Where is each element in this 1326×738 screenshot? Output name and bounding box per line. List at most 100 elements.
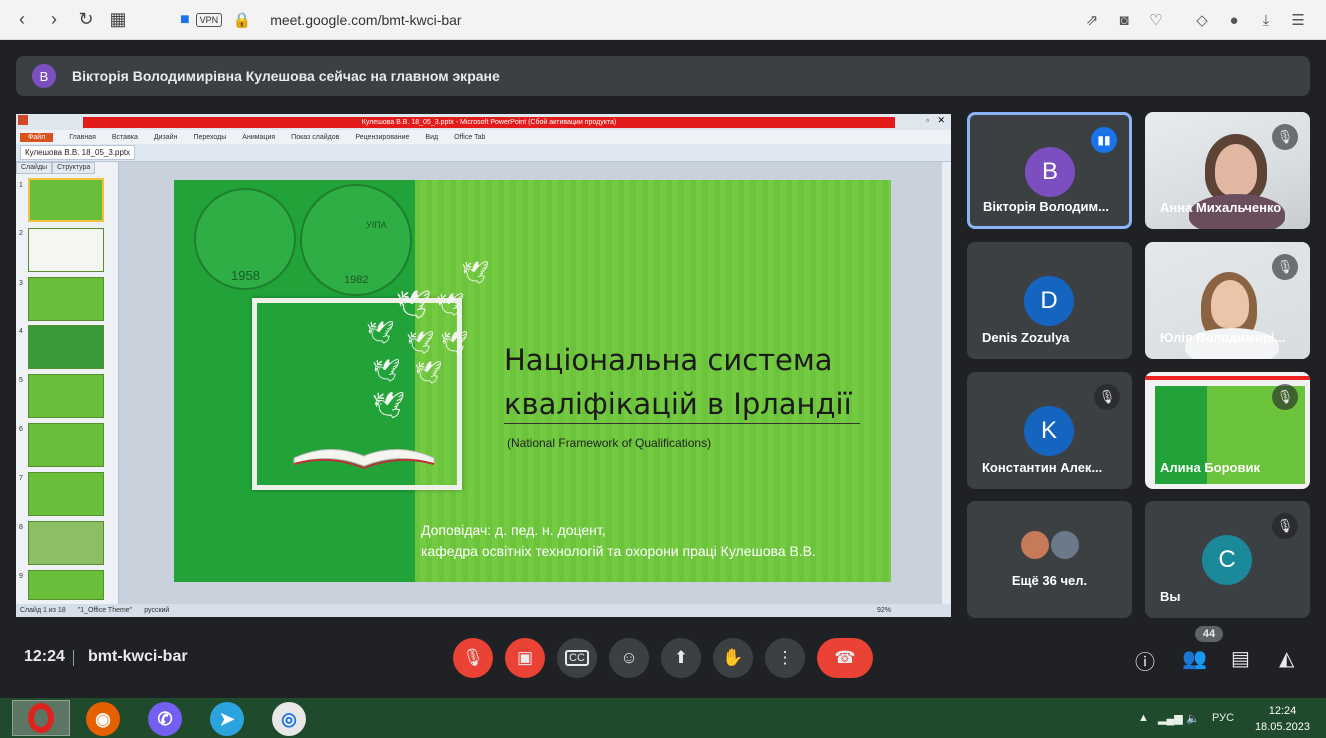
banner-avatar: B — [32, 64, 56, 88]
slide-title: Національна система кваліфікацій в Ірлан… — [504, 338, 852, 426]
zoom-level[interactable]: 92% — [877, 607, 891, 614]
language-indicator[interactable]: РУС — [1212, 712, 1234, 724]
raise-hand-button[interactable]: ✋ — [713, 638, 753, 678]
participant-tile[interactable]: 🎙 Юлія Володимирі... — [1145, 242, 1310, 359]
camera-icon[interactable]: ■ — [180, 11, 190, 29]
panel-tab-slides[interactable]: Слайды — [16, 162, 53, 174]
participant-name: Denis Zozulya — [982, 330, 1070, 345]
forward-icon[interactable]: › — [38, 4, 70, 36]
taskbar-clock[interactable]: 12:24 18.05.2023 — [1255, 703, 1310, 735]
camera-toggle-button[interactable]: ▣ — [505, 638, 545, 678]
chat-icon[interactable]: ▤ — [1231, 646, 1250, 671]
ribbon-tab-design[interactable]: Дизайн — [154, 134, 178, 141]
ribbon-tab-animation[interactable]: Анимация — [242, 134, 275, 141]
participant-name: Константин Алек... — [982, 460, 1103, 475]
slide-thumbnail[interactable] — [28, 423, 104, 467]
participant-tile[interactable]: K 🎙 Константин Алек... — [967, 372, 1132, 489]
vertical-scrollbar[interactable] — [942, 162, 951, 604]
status-bar: Слайд 1 из 18 "1_Office Theme" русский 9… — [16, 604, 951, 617]
ribbon-tab-home[interactable]: Главная — [69, 134, 96, 141]
participant-tile[interactable]: B ▮▮ Вікторія Володим... — [967, 112, 1132, 229]
browser-toolbar: ‹ › ↻ ▦ ■ VPN 🔒 meet.google.com/bmt-kwci… — [0, 0, 1326, 40]
seal-year: 1958 — [231, 268, 260, 283]
menu-icon[interactable]: ☰ — [1284, 11, 1312, 29]
reload-icon[interactable]: ↻ — [70, 4, 102, 36]
ribbon-tab-transitions[interactable]: Переходы — [193, 134, 226, 141]
share-icon[interactable]: ⇗ — [1078, 11, 1106, 29]
status-language: русский — [144, 607, 170, 614]
firefox-icon[interactable]: ◉ — [86, 702, 120, 736]
participant-tile[interactable]: D Denis Zozulya — [967, 242, 1132, 359]
ribbon-tab-review[interactable]: Рецензирование — [355, 134, 409, 141]
ribbon-tab-insert[interactable]: Вставка — [112, 134, 138, 141]
download-icon[interactable]: ⤓ — [1252, 12, 1280, 29]
present-button[interactable]: ⬆ — [661, 638, 701, 678]
participant-tile[interactable]: 🎙 Анна Михальченко — [1145, 112, 1310, 229]
panel-tab-outline[interactable]: Структура — [52, 162, 96, 174]
mic-toggle-button[interactable]: 🎙 — [453, 638, 493, 678]
slide-thumbnail[interactable] — [28, 178, 104, 222]
avatar: K — [1024, 406, 1074, 456]
chrome-icon[interactable]: ◎ — [272, 702, 306, 736]
document-tab[interactable]: Кулешова В.В. 18_05_3.pptx — [20, 145, 136, 160]
leave-call-button[interactable]: ☎ — [817, 638, 873, 678]
thumb-number: 6 — [19, 426, 23, 433]
thumb-number: 7 — [19, 475, 23, 482]
slide-thumbnail[interactable] — [28, 521, 104, 565]
grid-icon[interactable]: ▦ — [102, 4, 134, 36]
ribbon-tab-file[interactable]: Файл — [20, 132, 54, 142]
slide-thumbnail[interactable] — [28, 277, 104, 321]
back-icon[interactable]: ‹ — [6, 4, 38, 36]
slide-subtitle: (National Framework of Qualifications) — [507, 436, 712, 450]
slide-thumbnail[interactable] — [28, 472, 104, 516]
bird-icon: 🕊 — [372, 358, 400, 383]
more-options-button[interactable]: ⋮ — [765, 638, 805, 678]
slide-thumbnail[interactable] — [28, 570, 104, 600]
self-tile[interactable]: C 🎙 Вы — [1145, 501, 1310, 618]
slide-thumbnail[interactable] — [28, 325, 104, 369]
bird-icon: 🕊 — [372, 390, 406, 420]
profile-icon[interactable]: ● — [1220, 12, 1248, 29]
person-face — [1211, 280, 1249, 328]
vpn-badge[interactable]: VPN — [195, 12, 223, 27]
captions-button[interactable]: CC — [557, 638, 597, 678]
maximize-icon[interactable]: ▫ — [926, 116, 929, 125]
more-participants-label: Ещё 36 чел. — [1011, 573, 1088, 588]
screenshot-icon[interactable]: ◙ — [1110, 12, 1138, 29]
more-participants-tile[interactable]: Ещё 36 чел. — [967, 501, 1132, 618]
presenting-banner: B Вікторія Володимирівна Кулешова сейчас… — [16, 56, 1310, 96]
lock-icon: 🔒 — [232, 11, 252, 29]
address-bar[interactable]: meet.google.com/bmt-kwci-bar — [270, 12, 461, 28]
ribbon-tab-officetab[interactable]: Office Tab — [454, 134, 485, 141]
people-icon[interactable]: 👥 — [1182, 646, 1207, 671]
participant-name: Вікторія Володим... — [983, 199, 1109, 214]
close-icon[interactable]: ✕ — [937, 115, 945, 126]
ribbon-tabs: Файл Главная Вставка Дизайн Переходы Ани… — [16, 130, 951, 144]
volume-icon[interactable]: 🔈 — [1186, 712, 1200, 725]
banner-text: Вікторія Володимирівна Кулешова сейчас н… — [72, 68, 500, 84]
activities-icon[interactable]: ◭ — [1279, 646, 1294, 671]
info-icon[interactable]: ⓘ — [1135, 646, 1155, 675]
thumb-number: 8 — [19, 524, 23, 531]
telegram-icon[interactable]: ➤ — [210, 702, 244, 736]
captions-icon: CC — [565, 650, 589, 666]
cube-icon[interactable]: ◇ — [1188, 11, 1216, 29]
mic-off-icon: 🎙 — [1272, 124, 1298, 150]
heart-icon[interactable]: ♡ — [1142, 11, 1170, 29]
slide-thumbnail[interactable] — [28, 374, 104, 418]
emoji-button[interactable]: ☺ — [609, 638, 649, 678]
shared-titlebar — [1145, 376, 1310, 380]
mic-off-icon: 🎙 — [1272, 254, 1298, 280]
participant-tile[interactable]: 🎙 Алина Боровик — [1145, 372, 1310, 489]
opera-taskbar-button[interactable] — [12, 700, 70, 736]
hand-icon: ✋ — [722, 648, 744, 667]
slide-thumbnail[interactable] — [28, 228, 104, 272]
network-icon[interactable]: ▂▄▆ — [1158, 712, 1183, 725]
present-icon: ⬆ — [673, 648, 689, 667]
thumb-number: 2 — [19, 230, 23, 237]
ribbon-tab-slideshow[interactable]: Показ слайдов — [291, 134, 339, 141]
ribbon-tab-view[interactable]: Вид — [425, 134, 438, 141]
viber-icon[interactable]: ✆ — [148, 702, 182, 736]
clock-time: 12:24 — [1268, 705, 1297, 717]
tray-arrow-icon[interactable]: ▲ — [1138, 712, 1149, 724]
